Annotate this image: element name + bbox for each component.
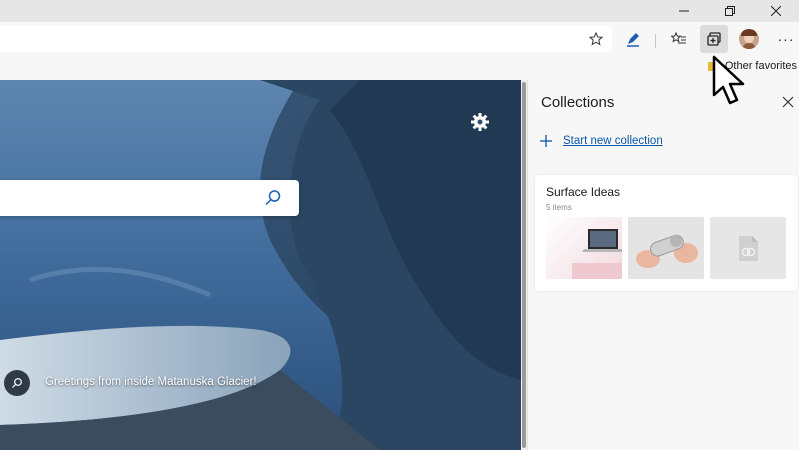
favorites-button[interactable] xyxy=(665,25,693,53)
avatar xyxy=(739,29,759,49)
profile-button[interactable] xyxy=(735,25,763,53)
minimize-icon xyxy=(679,10,689,12)
collection-card[interactable]: Surface Ideas 5 items xyxy=(535,175,798,291)
page-settings-button[interactable] xyxy=(468,110,492,134)
collections-icon xyxy=(707,32,721,46)
gear-icon xyxy=(471,113,489,131)
collections-pane: Collections Start new collection Surface… xyxy=(527,80,799,450)
web-search-input[interactable] xyxy=(0,180,299,216)
star-icon xyxy=(589,32,603,46)
background-image xyxy=(0,80,521,450)
scrollbar-thumb[interactable] xyxy=(522,82,526,448)
close-icon xyxy=(782,96,794,108)
image-info-button[interactable] xyxy=(4,370,30,396)
collection-item-count: 5 items xyxy=(546,203,572,212)
close-pane-button[interactable] xyxy=(780,94,796,110)
laptop-thumbnail xyxy=(572,229,622,279)
mouse-cursor-icon xyxy=(712,55,745,105)
pane-title: Collections xyxy=(541,94,615,111)
collections-button[interactable] xyxy=(700,25,728,53)
restore-icon xyxy=(725,6,735,16)
toolbar-divider xyxy=(655,34,656,48)
web-capture-button[interactable] xyxy=(619,25,647,53)
search-icon[interactable] xyxy=(264,189,282,207)
close-icon xyxy=(771,6,781,16)
start-new-collection-button[interactable]: Start new collection xyxy=(539,134,663,148)
collection-thumbnail[interactable] xyxy=(546,217,622,279)
address-bar[interactable] xyxy=(0,26,612,52)
restore-button[interactable] xyxy=(707,0,753,22)
collection-title: Surface Ideas xyxy=(546,185,621,199)
favorites-bar: Other favorites xyxy=(0,56,799,81)
collection-thumbnail[interactable] xyxy=(710,217,786,279)
collection-thumbnail[interactable] xyxy=(628,217,704,279)
title-bar xyxy=(0,0,799,22)
link-page-icon xyxy=(739,236,758,261)
search-icon xyxy=(12,378,22,388)
browser-toolbar: ··· xyxy=(0,22,799,56)
pen-icon xyxy=(627,33,639,47)
close-window-button[interactable] xyxy=(753,0,799,22)
image-caption[interactable]: Greetings from inside Matanuska Glacier! xyxy=(45,376,257,388)
more-button[interactable]: ··· xyxy=(772,25,799,53)
start-new-collection-label: Start new collection xyxy=(563,135,663,147)
plus-icon xyxy=(540,135,552,147)
favorites-list-icon xyxy=(671,31,686,44)
add-favorite-button[interactable] xyxy=(582,25,610,53)
minimize-button[interactable] xyxy=(661,0,707,22)
more-icon: ··· xyxy=(777,31,795,47)
new-tab-page: Greetings from inside Matanuska Glacier! xyxy=(0,80,521,450)
headphones-thumbnail xyxy=(636,234,698,268)
